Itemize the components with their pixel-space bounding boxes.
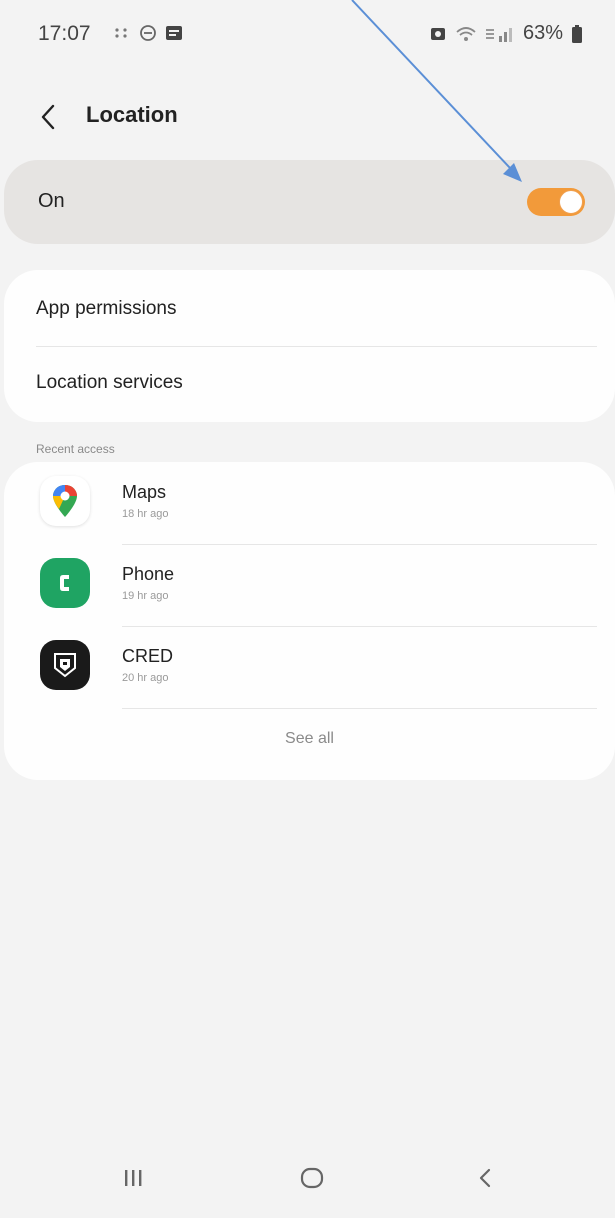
recent-access-heading: Recent access (36, 442, 115, 456)
chevron-left-icon (41, 104, 55, 130)
alarm-icon (430, 27, 445, 40)
status-bar: 17:07 63% (0, 0, 615, 72)
app-bar: Location (0, 92, 615, 142)
see-all-button[interactable]: See all (4, 730, 615, 748)
app-last-access: 18 hr ago (122, 508, 169, 520)
location-services-item[interactable]: Location services (4, 346, 615, 420)
system-navigation-bar (0, 1138, 615, 1218)
recents-button[interactable] (103, 1154, 163, 1202)
location-settings-card: App permissions Location services (4, 270, 615, 422)
app-name: Phone (122, 564, 175, 584)
recent-app-maps[interactable]: Maps 18 hr ago (4, 462, 615, 542)
location-toggle-row[interactable]: On (4, 160, 615, 244)
recent-app-cred[interactable]: CRED 20 hr ago (4, 626, 615, 706)
battery-percentage: 63% (522, 22, 563, 44)
app-permissions-label: App permissions (36, 298, 177, 319)
app-last-access: 20 hr ago (122, 672, 169, 684)
wifi-icon (456, 26, 476, 41)
back-button[interactable] (30, 96, 66, 138)
home-icon (300, 1167, 324, 1189)
maps-icon (40, 476, 90, 526)
page-title: Location (86, 102, 178, 127)
divider (122, 708, 597, 709)
status-notification-icons (112, 23, 184, 43)
nav-back-button[interactable] (455, 1154, 515, 1202)
battery-icon (572, 24, 582, 43)
phone-icon (40, 558, 90, 608)
app-name: CRED (122, 646, 174, 666)
recent-access-card: Maps 18 hr ago Phone 19 hr ago CRED 20 h… (4, 462, 615, 780)
signal-icon (485, 27, 512, 42)
app-permissions-item[interactable]: App permissions (4, 272, 615, 346)
recents-icon (125, 1170, 142, 1186)
message-icon (166, 26, 182, 40)
cred-icon (40, 640, 90, 690)
status-system-icons: 63% (429, 22, 583, 45)
back-arrow-icon (479, 1168, 491, 1188)
home-button[interactable] (282, 1154, 342, 1202)
location-switch[interactable] (527, 188, 585, 216)
location-services-label: Location services (36, 372, 183, 393)
dots-icon (115, 28, 127, 38)
app-name: Maps (122, 482, 167, 502)
app-last-access: 19 hr ago (122, 590, 169, 602)
do-not-disturb-icon (140, 25, 156, 41)
switch-knob (559, 190, 583, 214)
location-toggle-label: On (38, 190, 65, 212)
recent-app-phone[interactable]: Phone 19 hr ago (4, 544, 615, 624)
status-time: 17:07 (38, 22, 91, 45)
